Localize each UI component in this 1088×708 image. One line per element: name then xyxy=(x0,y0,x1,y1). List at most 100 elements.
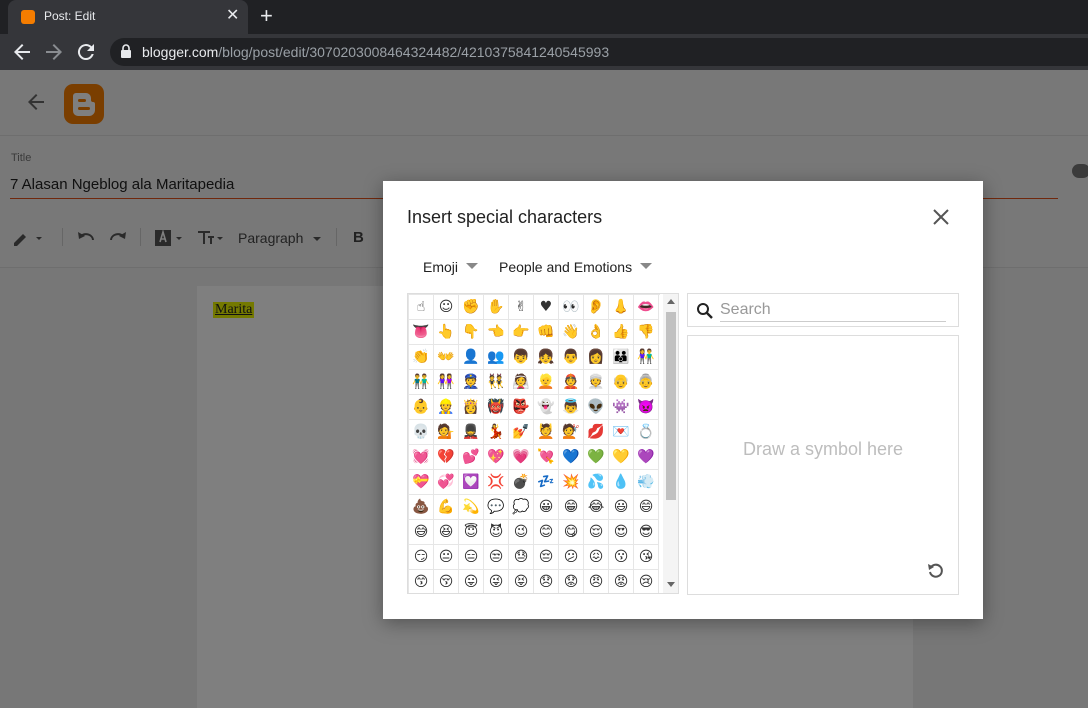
symbol-cell[interactable]: 😇 xyxy=(459,520,484,545)
symbol-cell[interactable]: 👩 xyxy=(584,345,609,370)
symbol-cell[interactable]: 😚 xyxy=(434,570,459,593)
symbol-cell[interactable]: 😞 xyxy=(534,570,559,593)
symbol-cell[interactable]: 👷 xyxy=(434,395,459,420)
symbol-cell[interactable]: 😆 xyxy=(434,520,459,545)
symbol-cell[interactable]: ✋ xyxy=(484,295,509,320)
symbol-cell[interactable]: 💖 xyxy=(484,445,509,470)
symbol-cell[interactable]: ☺ xyxy=(434,295,459,320)
subcategory-dropdown[interactable]: People and Emotions xyxy=(499,259,653,275)
symbol-cell[interactable]: 😝 xyxy=(509,570,534,593)
symbol-cell[interactable]: 💣 xyxy=(509,470,534,495)
symbol-cell[interactable]: 👃 xyxy=(609,295,634,320)
symbol-cell[interactable]: 👌 xyxy=(584,320,609,345)
symbol-cell[interactable]: 😄 xyxy=(634,495,659,520)
search-input[interactable] xyxy=(720,298,946,322)
symbol-cell[interactable]: 👶 xyxy=(409,395,434,420)
symbol-cell[interactable]: 👎 xyxy=(634,320,659,345)
symbol-cell[interactable]: 😀 xyxy=(534,495,559,520)
symbol-cell[interactable]: 💛 xyxy=(609,445,634,470)
symbol-cell[interactable]: 👽 xyxy=(584,395,609,420)
category-dropdown[interactable]: Emoji xyxy=(423,259,479,275)
symbol-cell[interactable]: 💩 xyxy=(409,495,434,520)
symbol-cell[interactable]: 😁 xyxy=(559,495,584,520)
scroll-up-icon[interactable] xyxy=(667,299,675,304)
symbol-cell[interactable]: 😊 xyxy=(534,520,559,545)
symbol-cell[interactable]: 💌 xyxy=(609,420,634,445)
symbol-cell[interactable]: 💬 xyxy=(484,495,509,520)
symbol-cell[interactable]: 💭 xyxy=(509,495,534,520)
symbol-cell[interactable]: 😂 xyxy=(584,495,609,520)
symbol-cell[interactable]: 👮 xyxy=(459,370,484,395)
symbol-cell[interactable]: 😐 xyxy=(434,545,459,570)
symbol-cell[interactable]: 💔 xyxy=(434,445,459,470)
symbol-cell[interactable]: 👄 xyxy=(634,295,659,320)
symbol-cell[interactable]: 👵 xyxy=(634,370,659,395)
symbol-cell[interactable]: 👿 xyxy=(634,395,659,420)
symbol-cell[interactable]: 💥 xyxy=(559,470,584,495)
symbol-cell[interactable]: 💨 xyxy=(634,470,659,495)
symbol-grid-scrollbar[interactable] xyxy=(663,294,678,593)
symbol-cell[interactable]: 💅 xyxy=(509,420,534,445)
symbol-cell[interactable]: 👐 xyxy=(434,345,459,370)
symbol-cell[interactable]: 👬 xyxy=(409,370,434,395)
symbol-cell[interactable]: ✌ xyxy=(509,295,534,320)
symbol-cell[interactable]: 👦 xyxy=(509,345,534,370)
symbol-cell[interactable]: ♥ xyxy=(534,295,559,320)
symbol-cell[interactable]: 💫 xyxy=(459,495,484,520)
symbol-cell[interactable]: 👅 xyxy=(409,320,434,345)
symbol-cell[interactable]: ☝ xyxy=(409,295,434,320)
symbol-cell[interactable]: 💪 xyxy=(434,495,459,520)
symbol-cell[interactable]: 💆 xyxy=(534,420,559,445)
symbol-cell[interactable]: 💦 xyxy=(584,470,609,495)
symbol-cell[interactable]: 💗 xyxy=(509,445,534,470)
scroll-down-icon[interactable] xyxy=(667,582,675,587)
symbol-cell[interactable]: 😙 xyxy=(409,570,434,593)
symbol-cell[interactable]: 💢 xyxy=(484,470,509,495)
close-icon[interactable] xyxy=(932,208,950,226)
reset-icon[interactable] xyxy=(926,560,946,580)
forward-arrow-icon[interactable] xyxy=(42,40,66,64)
symbol-cell[interactable]: 💂 xyxy=(459,420,484,445)
symbol-cell[interactable]: 👺 xyxy=(509,395,534,420)
symbol-cell[interactable]: 👂 xyxy=(584,295,609,320)
symbol-cell[interactable]: 💜 xyxy=(634,445,659,470)
symbol-cell[interactable]: 💇 xyxy=(559,420,584,445)
symbol-cell[interactable]: 💘 xyxy=(534,445,559,470)
symbol-cell[interactable]: 👴 xyxy=(609,370,634,395)
symbol-cell[interactable]: 👹 xyxy=(484,395,509,420)
symbol-cell[interactable]: 👪 xyxy=(609,345,634,370)
symbol-cell[interactable]: 😓 xyxy=(509,545,534,570)
symbol-cell[interactable]: 😠 xyxy=(584,570,609,593)
symbol-cell[interactable]: 👍 xyxy=(609,320,634,345)
symbol-cell[interactable]: 👭 xyxy=(434,370,459,395)
symbol-cell[interactable]: 👋 xyxy=(559,320,584,345)
address-bar[interactable]: blogger.com/blog/post/edit/3070203008464… xyxy=(110,38,1088,66)
symbol-cell[interactable]: 😉 xyxy=(509,520,534,545)
symbol-cell[interactable]: 💝 xyxy=(409,470,434,495)
symbol-cell[interactable]: 😒 xyxy=(484,545,509,570)
symbol-cell[interactable]: 💓 xyxy=(409,445,434,470)
symbol-cell[interactable]: 👰 xyxy=(509,370,534,395)
symbol-cell[interactable]: 👤 xyxy=(459,345,484,370)
reload-icon[interactable] xyxy=(74,40,98,64)
symbol-cell[interactable]: 👈 xyxy=(484,320,509,345)
symbol-cell[interactable]: 💍 xyxy=(634,420,659,445)
symbol-cell[interactable]: 👸 xyxy=(459,395,484,420)
symbol-cell[interactable]: 😑 xyxy=(459,545,484,570)
symbol-cell[interactable]: 💤 xyxy=(534,470,559,495)
symbol-cell[interactable]: 👉 xyxy=(509,320,534,345)
symbol-cell[interactable]: 😍 xyxy=(609,520,634,545)
symbol-cell[interactable]: 😡 xyxy=(609,570,634,593)
browser-tab[interactable]: Post: Edit ✕ xyxy=(8,0,248,34)
symbol-cell[interactable]: 👫 xyxy=(634,345,659,370)
symbol-cell[interactable]: 😌 xyxy=(584,520,609,545)
new-tab-button[interactable]: + xyxy=(260,5,273,27)
symbol-cell[interactable]: 💃 xyxy=(484,420,509,445)
symbol-cell[interactable]: 😕 xyxy=(559,545,584,570)
symbol-cell[interactable]: 😈 xyxy=(484,520,509,545)
scrollbar-thumb[interactable] xyxy=(666,312,676,500)
symbol-cell[interactable]: 😛 xyxy=(459,570,484,593)
symbol-cell[interactable]: 👻 xyxy=(534,395,559,420)
symbol-cell[interactable]: 😋 xyxy=(559,520,584,545)
symbol-cell[interactable]: 💚 xyxy=(584,445,609,470)
